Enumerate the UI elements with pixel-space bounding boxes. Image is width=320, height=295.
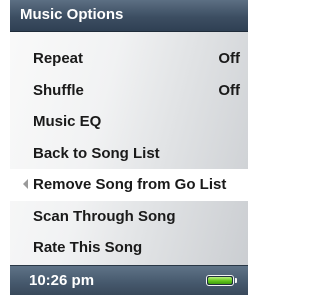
menu-item-label: Music EQ <box>33 113 102 130</box>
menu-item-label: Repeat <box>33 50 84 67</box>
menu-item-value: Off <box>218 81 240 99</box>
menu-item-back-to-song-list[interactable]: Back to Song List <box>10 138 248 170</box>
menu-item-label: Scan Through Song <box>33 207 176 225</box>
menu-item-value: Off <box>218 50 240 67</box>
title-bar: Music Options <box>10 0 248 32</box>
menu-item-label: Back to Song List <box>33 144 160 162</box>
selection-arrow-icon <box>23 179 28 189</box>
menu-item-label: Remove Song from Go List <box>33 176 227 193</box>
menu-item-remove-song[interactable]: Remove Song from Go List <box>10 169 248 201</box>
battery-fill <box>208 277 232 284</box>
menu-item-rate-this-song[interactable]: Rate This Song <box>10 232 248 264</box>
battery-icon <box>206 275 237 286</box>
menu-item-shuffle[interactable]: Shuffle Off <box>10 75 248 107</box>
page-title: Music Options <box>20 6 124 23</box>
menu-item-music-eq[interactable]: Music EQ <box>10 106 248 138</box>
battery-tip <box>235 278 237 283</box>
menu-item-label: Shuffle <box>33 81 84 99</box>
menu-item-scan-through-song[interactable]: Scan Through Song <box>10 201 248 233</box>
clock-time: 10:26 pm <box>29 272 95 289</box>
menu-item-label: Rate This Song <box>33 239 143 256</box>
menu-item-repeat[interactable]: Repeat Off <box>10 43 248 75</box>
options-menu: Repeat Off Shuffle Off Music EQ Back to … <box>10 43 248 264</box>
status-bar: 10:26 pm <box>10 265 248 295</box>
music-options-screen: Music Options Repeat Off Shuffle Off Mus… <box>10 0 248 295</box>
